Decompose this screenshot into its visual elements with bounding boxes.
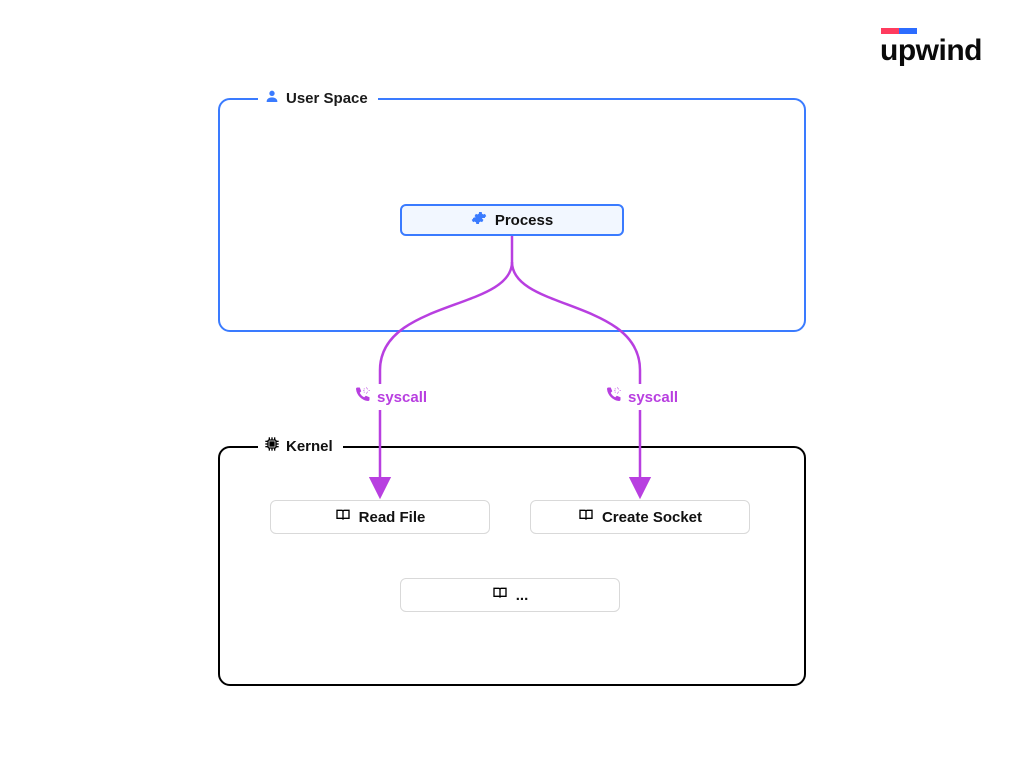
- kernel-title: Kernel: [258, 436, 343, 456]
- syscall-label-left: syscall: [347, 384, 433, 410]
- user-space-panel: User Space Process: [218, 98, 806, 332]
- book-icon: [492, 585, 508, 605]
- phone-gear-icon: [604, 386, 622, 408]
- brand-logo-text: upwind: [880, 36, 982, 66]
- user-space-title-text: User Space: [286, 90, 368, 107]
- chip-icon: [264, 436, 280, 456]
- kernel-panel: Kernel Read File Create Socket ...: [218, 446, 806, 686]
- user-space-title: User Space: [258, 88, 378, 108]
- process-label: Process: [495, 212, 553, 229]
- book-icon: [335, 507, 351, 527]
- kernel-title-text: Kernel: [286, 438, 333, 455]
- book-icon: [578, 507, 594, 527]
- process-node: Process: [400, 204, 624, 236]
- kernel-fn-read-file-label: Read File: [359, 509, 426, 526]
- user-icon: [264, 88, 280, 108]
- brand-logo: upwind: [880, 28, 982, 66]
- phone-gear-icon: [353, 386, 371, 408]
- kernel-fn-more-label: ...: [516, 587, 529, 604]
- kernel-fn-create-socket: Create Socket: [530, 500, 750, 534]
- kernel-fn-create-socket-label: Create Socket: [602, 509, 702, 526]
- syscall-label-right: syscall: [598, 384, 684, 410]
- syscall-label-left-text: syscall: [377, 389, 427, 406]
- kernel-fn-more: ...: [400, 578, 620, 612]
- kernel-fn-read-file: Read File: [270, 500, 490, 534]
- gear-icon: [471, 210, 487, 230]
- syscall-label-right-text: syscall: [628, 389, 678, 406]
